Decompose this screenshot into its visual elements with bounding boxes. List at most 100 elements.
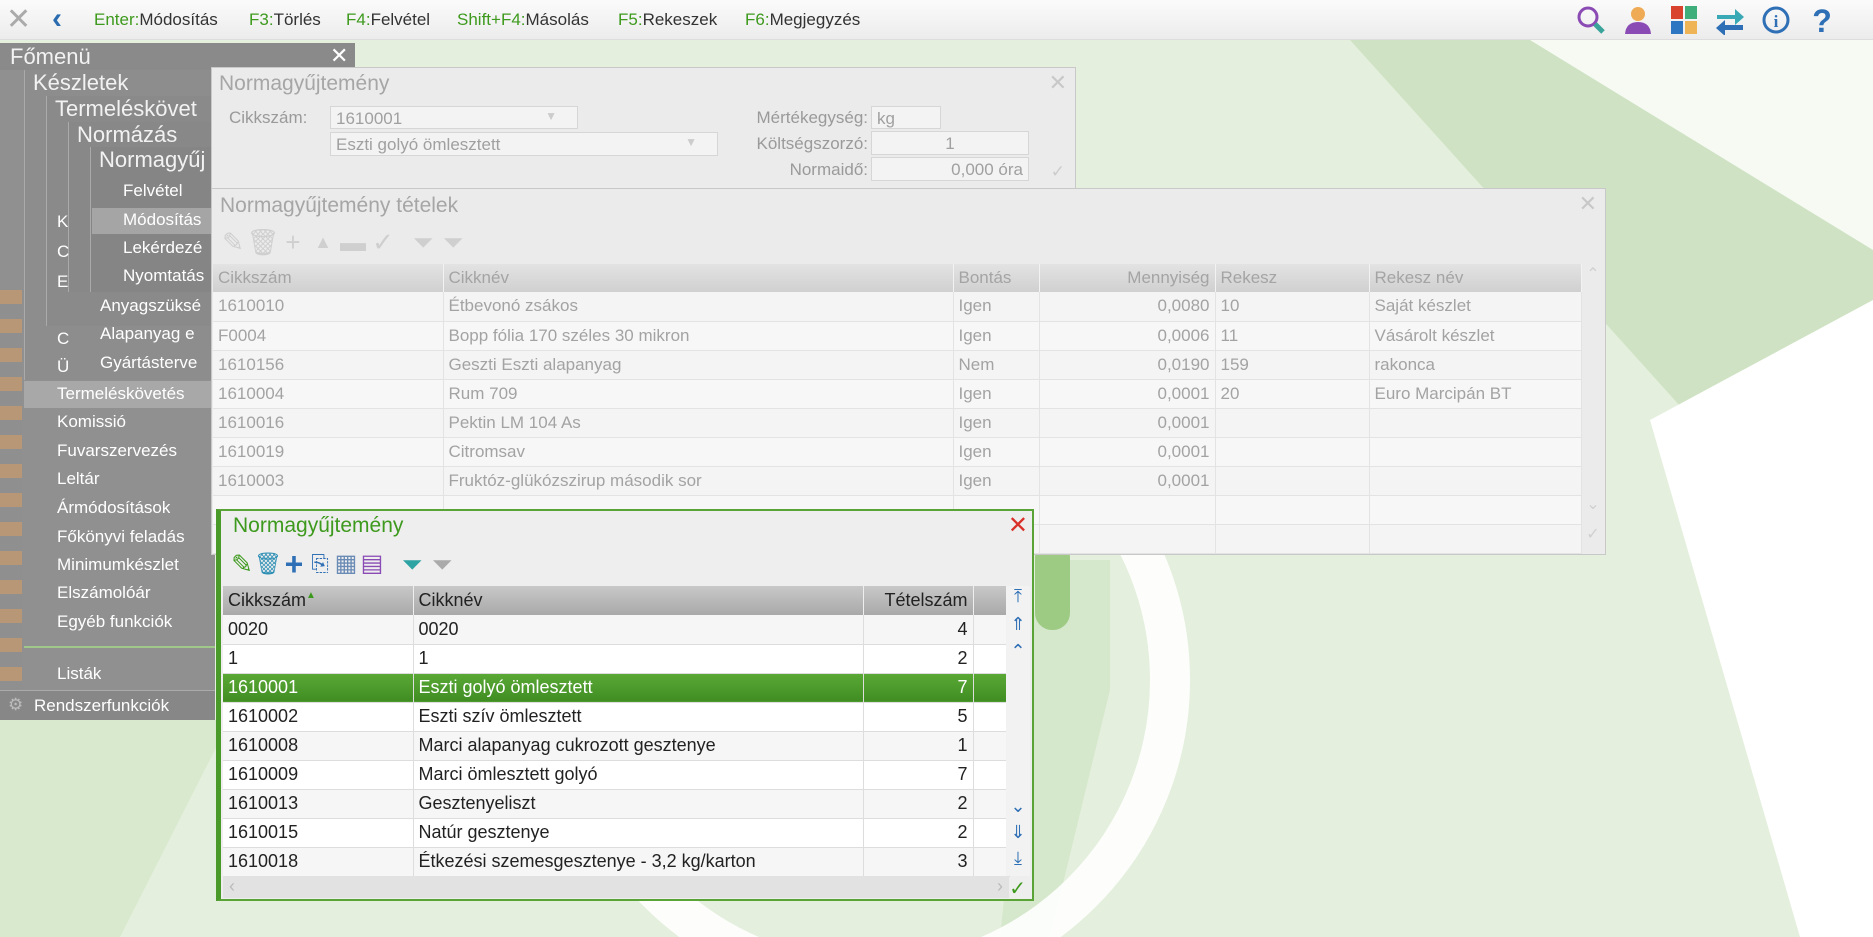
menu-item-nyomtatas[interactable]: Nyomtatás	[123, 266, 215, 286]
filter-clear-icon[interactable]: ⏷	[425, 547, 459, 581]
horizontal-scrollbar[interactable]: ‹ ›	[223, 876, 1009, 898]
menu-item-partial[interactable]: K	[57, 212, 68, 232]
col-bontas[interactable]: Bontás	[953, 264, 1040, 292]
shortcut-copy[interactable]: Shift+F4:Másolás	[457, 10, 589, 30]
col-rekesz[interactable]: Rekesz	[1215, 264, 1370, 292]
confirm-check-icon[interactable]: ✓	[1009, 876, 1026, 901]
menu-item-elszamoloar[interactable]: Elszámolóár	[57, 583, 151, 603]
menu-item-felvetel[interactable]: Felvétel	[123, 181, 183, 201]
table-row[interactable]: 1610015 Natúr gesztenye 2	[223, 818, 1010, 848]
table-row[interactable]: 0020 0020 4	[223, 615, 1010, 645]
table-row[interactable]: 1610156 Geszti Eszti alapanyag Nem 0,0190 15…	[213, 350, 1582, 380]
edit-icon[interactable]: ✎	[216, 225, 250, 259]
menu-item-leltar[interactable]: Leltár	[57, 469, 100, 489]
col-mennyiseg[interactable]: Mennyiség	[1039, 264, 1216, 292]
scroll-right-icon[interactable]: ›	[997, 876, 1003, 897]
menu-item-partial[interactable]: C	[57, 242, 69, 262]
table-row[interactable]: 112	[223, 644, 1010, 674]
koltsegszorzo-field[interactable]: 1	[871, 131, 1029, 155]
shortcut-modify[interactable]: Enter:Módosítás	[94, 10, 218, 30]
filter-icon[interactable]: ⏷	[406, 225, 440, 259]
scroll-top-icon[interactable]: ⤒	[1006, 586, 1030, 607]
scroll-bottom-icon[interactable]: ⤓	[1006, 848, 1030, 869]
scroll-up-icon[interactable]: ⌃	[1006, 641, 1030, 662]
filter-clear-icon[interactable]: ⏷	[436, 225, 470, 259]
filter-icon[interactable]: ⏷	[395, 547, 429, 581]
scroll-up-icon[interactable]: ⌃	[1581, 264, 1605, 284]
user-icon[interactable]	[1622, 5, 1654, 35]
menu-item-fuvarszervezes[interactable]: Fuvarszervezés	[57, 441, 177, 461]
menu-item-partial[interactable]: C	[57, 329, 69, 349]
close-icon[interactable]: ✕	[6, 4, 31, 36]
info-icon[interactable]: i	[1760, 5, 1792, 35]
shortcut-note[interactable]: F6:Megjegyzés	[745, 10, 860, 30]
switch-icon[interactable]	[1714, 5, 1746, 35]
menu-item-komissio[interactable]: Komissió	[57, 412, 126, 432]
menu-item-egyeb-funkciok[interactable]: Egyéb funkciók	[57, 612, 172, 632]
menu-item-lekerdezes[interactable]: Lekérdezé	[123, 238, 215, 258]
menu-item-partial[interactable]: Ü	[57, 357, 69, 377]
confirm-check-icon[interactable]: ✓	[1581, 524, 1605, 544]
confirm-check-icon[interactable]: ✓	[1051, 162, 1065, 182]
col-rekesz-nev[interactable]: Rekesz név	[1369, 264, 1582, 292]
menu-item-armodositasok[interactable]: Ármódosítások	[57, 498, 170, 518]
table-row[interactable]: 1610010 Étbevonó zsákos Igen 0,0080 10 Saját …	[213, 292, 1582, 322]
normaido-field[interactable]: 0,000 óra	[871, 157, 1029, 181]
cikkszam-combo[interactable]: 1610001 ▼	[330, 106, 578, 129]
menu-item-gyartasterv[interactable]: Gyártásterve	[100, 353, 215, 373]
col-cikknev[interactable]: Cikknév	[413, 586, 864, 615]
menu-item-modositas[interactable]: Módosítás	[123, 210, 215, 230]
shortcut-add[interactable]: F4:Felvétel	[346, 10, 430, 30]
check-icon[interactable]: ✓	[366, 225, 400, 259]
up-icon[interactable]: ▲	[306, 225, 340, 259]
search-icon[interactable]	[1575, 5, 1607, 35]
scroll-left-icon[interactable]: ‹	[229, 876, 235, 897]
table-row[interactable]: 1610002 Eszti szív ömlesztett 5	[223, 702, 1010, 732]
table-row[interactable]: 1610019 Citromsav Igen 0,0001	[213, 437, 1582, 467]
menu-item-minimumkeszlet[interactable]: Minimumkészlet	[57, 555, 179, 575]
scroll-down-icon[interactable]: ⌄	[1006, 796, 1030, 817]
col-cikknev[interactable]: Cikknév	[443, 264, 954, 292]
mertekegyseg-label: Mértékegység:	[756, 108, 869, 127]
menu-item-termeleskovetes[interactable]: Termeléskövetés	[57, 384, 185, 404]
shortcut-compartments[interactable]: F5:Rekeszek	[618, 10, 717, 30]
close-icon[interactable]: ✕	[330, 43, 348, 69]
cikknev-combo[interactable]: Eszti golyó ömlesztett ▼	[330, 132, 718, 156]
menu-item-fokonyvi-feladas[interactable]: Főkönyvi feladás	[57, 527, 185, 547]
table-row[interactable]: 1610018 Étkezési szemesgesztenye - 3,2 kg…	[223, 847, 1010, 877]
apps-grid-icon[interactable]	[1668, 5, 1700, 35]
table-row[interactable]: F0004 Bopp fólia 170 széles 30 mikron Igen…	[213, 321, 1582, 351]
table-row[interactable]: 1610003 Fruktóz-glükózszirup második sor I…	[213, 466, 1582, 496]
menu-item-alapanyag[interactable]: Alapanyag e	[100, 324, 215, 344]
table-cell	[1215, 408, 1370, 438]
table-row[interactable]: 1610009 Marci ömlesztett golyó 7	[223, 760, 1010, 790]
table-cell	[1369, 437, 1582, 467]
table-row[interactable]: 1610008 Marci alapanyag cukrozott geszten…	[223, 731, 1010, 761]
table-row[interactable]: 1610004 Rum 709 Igen 0,0001 20 Euro Marcipán …	[213, 379, 1582, 409]
trash-icon[interactable]: 🗑	[246, 225, 280, 259]
col-cikkszam[interactable]: Cikkszám	[213, 264, 444, 292]
close-icon[interactable]: ✕	[1579, 191, 1597, 217]
table-row[interactable]: 1610016 Pektin LM 104 As Igen 0,0001	[213, 408, 1582, 438]
scroll-page-up-icon[interactable]: ⇑	[1006, 614, 1030, 635]
table-row[interactable]: 1610001 Eszti golyó ömlesztett 7	[223, 673, 1010, 703]
list-scrollbar[interactable]: ⤒ ⇑ ⌃ ⌄ ⇓ ⤓	[1006, 586, 1030, 876]
close-icon[interactable]: ✕	[1008, 511, 1028, 540]
col-cikkszam[interactable]: Cikkszám▲	[223, 586, 414, 615]
shortcut-delete[interactable]: F3:Törlés	[249, 10, 321, 30]
comment-icon[interactable]: ▤	[355, 547, 389, 581]
add-icon[interactable]: +	[276, 225, 310, 259]
col-tetelszam[interactable]: Tételszám	[863, 586, 974, 615]
menu-item-partial[interactable]: E	[57, 272, 68, 292]
menu-item-anyagszukseglet[interactable]: Anyagszüksé	[100, 296, 215, 316]
help-icon[interactable]: ?	[1806, 5, 1838, 35]
menu-item-listak[interactable]: Listák	[57, 664, 101, 684]
items-scrollbar[interactable]: ⌃ ⌄ ✓	[1581, 264, 1605, 554]
system-functions[interactable]: ⚙ Rendszerfunkciók	[0, 690, 215, 720]
back-icon[interactable]: ‹	[52, 3, 62, 35]
scroll-down-icon[interactable]: ⌄	[1581, 494, 1605, 514]
close-icon[interactable]: ✕	[1049, 70, 1067, 96]
comment-icon[interactable]: ▬	[336, 225, 370, 259]
scroll-page-down-icon[interactable]: ⇓	[1006, 822, 1030, 843]
table-row[interactable]: 1610013 Gesztenyeliszt 2	[223, 789, 1010, 819]
